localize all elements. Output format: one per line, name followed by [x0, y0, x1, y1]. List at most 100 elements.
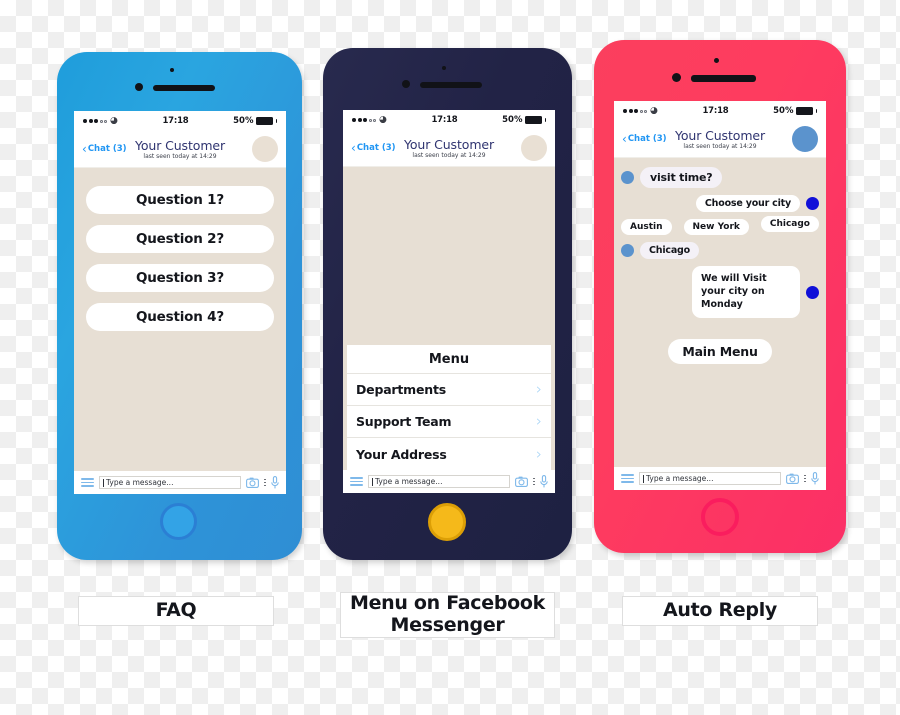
persistent-menu-card: Menu Departments › Support Team › Your A…	[347, 345, 551, 470]
phone-faq: ◕ 17:18 50% ‹ Chat (3) Your Customer las…	[57, 52, 302, 560]
chip-chicago[interactable]: Chicago	[760, 216, 819, 232]
more-vertical-icon[interactable]	[264, 478, 266, 487]
message-row-incoming: Chicago	[621, 242, 819, 259]
wifi-icon: ◕	[650, 105, 658, 116]
chat-body-faq: Question 1? Question 2? Question 3? Ques…	[74, 168, 286, 471]
status-clock: 17:18	[162, 116, 189, 126]
camera-icon[interactable]	[246, 477, 260, 488]
avatar	[621, 171, 634, 184]
home-button[interactable]	[428, 503, 466, 541]
phone-menu: ◕ 17:18 50% ‹ Chat (3) Your Customer las…	[323, 48, 572, 560]
message-row-outgoing: Choose your city	[621, 195, 819, 212]
home-button[interactable]	[701, 498, 739, 536]
chevron-right-icon: ›	[536, 444, 542, 463]
status-bar: ◕ 17:18 50%	[74, 111, 286, 131]
message-placeholder: Type a message...	[106, 478, 174, 487]
avatar	[621, 244, 634, 257]
back-to-chat-link[interactable]: ‹ Chat (3)	[622, 133, 667, 145]
main-menu-button[interactable]: Main Menu	[668, 339, 772, 365]
chat-header: ‹ Chat (3) Your Customer last seen today…	[343, 130, 555, 167]
message-input-bar: Type a message...	[614, 467, 826, 490]
camera-dot-icon	[672, 73, 681, 82]
more-vertical-icon[interactable]	[804, 474, 806, 483]
menu-item-support-team[interactable]: Support Team ›	[347, 406, 551, 438]
chat-body-menu: Menu Departments › Support Team › Your A…	[343, 167, 555, 470]
home-button[interactable]	[160, 503, 197, 540]
hamburger-icon[interactable]	[81, 478, 94, 487]
chip-austin[interactable]: Austin	[621, 219, 672, 235]
message-placeholder: Type a message...	[375, 477, 443, 486]
back-to-chat-link[interactable]: ‹ Chat (3)	[82, 143, 127, 155]
avatar	[806, 197, 819, 210]
back-label: Chat (3)	[356, 143, 396, 153]
chat-header: ‹ Chat (3) Your Customer last seen today…	[74, 131, 286, 168]
last-seen-label: last seen today at 14:29	[683, 143, 757, 150]
wifi-icon: ◕	[110, 115, 118, 126]
message-bubble: visit time?	[640, 167, 723, 188]
search-input[interactable]: Type a message...	[99, 476, 242, 489]
quick-reply-chips: Austin New York Chicago	[621, 216, 819, 235]
status-bar: ◕ 17:18 50%	[614, 101, 826, 121]
message-bubble: Chicago	[640, 242, 699, 259]
speaker-grill-icon	[420, 82, 482, 88]
back-label: Chat (3)	[627, 134, 667, 144]
camera-icon[interactable]	[515, 476, 529, 487]
message-bubble: Choose your city	[695, 195, 800, 212]
message-placeholder: Type a message...	[646, 474, 714, 483]
menu-item-label: Support Team	[356, 414, 452, 429]
caption-text: Menu on Facebook Messenger	[349, 592, 546, 636]
microphone-icon[interactable]	[811, 472, 819, 485]
avatar[interactable]	[252, 136, 278, 162]
back-to-chat-link[interactable]: ‹ Chat (3)	[351, 142, 396, 154]
page-title: Your Customer	[674, 128, 766, 143]
avatar[interactable]	[521, 135, 547, 161]
microphone-icon[interactable]	[271, 476, 279, 489]
search-input[interactable]: Type a message...	[368, 475, 511, 488]
faq-button[interactable]: Question 4?	[86, 303, 274, 331]
message-list: visit time? Choose your city Austin New …	[614, 158, 826, 365]
menu-item-label: Your Address	[356, 446, 447, 462]
chevron-left-icon: ‹	[622, 132, 627, 146]
hamburger-icon[interactable]	[350, 477, 363, 486]
faq-button[interactable]: Question 3?	[86, 264, 274, 292]
status-bar: ◕ 17:18 50%	[343, 110, 555, 130]
main-menu-row: Main Menu	[621, 339, 819, 365]
chat-body-auto-reply: visit time? Choose your city Austin New …	[614, 158, 826, 467]
faq-button[interactable]: Question 1?	[86, 186, 274, 214]
screen-faq: ◕ 17:18 50% ‹ Chat (3) Your Customer las…	[74, 111, 286, 494]
battery-indicator: 50%	[233, 116, 277, 126]
caption-auto-reply: Auto Reply	[622, 596, 818, 626]
more-vertical-icon[interactable]	[533, 477, 535, 486]
canvas: ◕ 17:18 50% ‹ Chat (3) Your Customer las…	[0, 0, 900, 715]
sensor-dot-icon	[442, 66, 446, 70]
message-input-bar: Type a message...	[74, 471, 286, 494]
status-clock: 17:18	[702, 106, 729, 116]
avatar[interactable]	[792, 126, 818, 152]
speaker-grill-icon	[691, 75, 756, 82]
menu-item-label: Departments	[356, 382, 446, 397]
search-input[interactable]: Type a message...	[639, 472, 782, 485]
hamburger-icon[interactable]	[621, 474, 634, 483]
faq-button-list: Question 1? Question 2? Question 3? Ques…	[74, 168, 286, 331]
screen-menu: ◕ 17:18 50% ‹ Chat (3) Your Customer las…	[343, 110, 555, 493]
camera-icon[interactable]	[786, 473, 800, 484]
chip-new-york[interactable]: New York	[683, 219, 749, 235]
caption-faq: FAQ	[78, 596, 274, 626]
faq-button[interactable]: Question 2?	[86, 225, 274, 253]
back-label: Chat (3)	[87, 144, 127, 154]
menu-item-departments[interactable]: Departments ›	[347, 374, 551, 406]
microphone-icon[interactable]	[540, 475, 548, 488]
message-row-incoming: visit time?	[621, 167, 819, 188]
last-seen-label: last seen today at 14:29	[143, 153, 217, 160]
menu-item-your-address[interactable]: Your Address ›	[347, 438, 551, 470]
sensor-dot-icon	[170, 68, 174, 72]
battery-icon	[525, 116, 542, 124]
status-clock: 17:18	[431, 115, 458, 125]
wifi-icon: ◕	[379, 114, 387, 125]
message-input-bar: Type a message...	[343, 470, 555, 493]
chat-header: ‹ Chat (3) Your Customer last seen today…	[614, 121, 826, 158]
phone-auto-reply: ◕ 17:18 50% ‹ Chat (3) Your Customer las…	[594, 40, 846, 553]
screen-auto-reply: ◕ 17:18 50% ‹ Chat (3) Your Customer las…	[614, 101, 826, 490]
signal-strength-icon	[623, 109, 647, 113]
message-row-outgoing: We will Visit your city on Monday	[621, 266, 819, 319]
